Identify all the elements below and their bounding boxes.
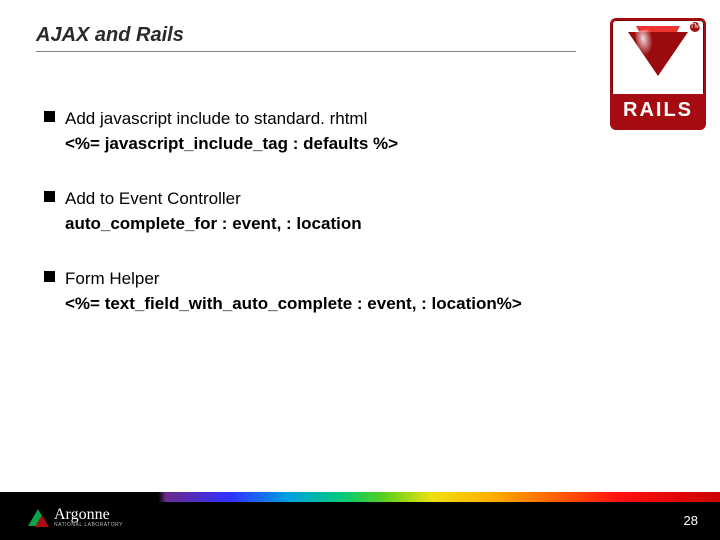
argonne-triangle-icon xyxy=(28,509,48,526)
item-heading: Add javascript include to standard. rhtm… xyxy=(65,109,367,128)
square-bullet-icon xyxy=(44,271,55,282)
item-text: Add to Event Controller auto_complete_fo… xyxy=(65,188,362,236)
spectrum-bar xyxy=(0,492,720,502)
item-code: <%= text_field_with_auto_complete : even… xyxy=(65,293,522,316)
argonne-logo: Argonne NATIONAL LABORATORY xyxy=(28,507,123,528)
item-heading: Add to Event Controller xyxy=(65,189,241,208)
item-heading: Form Helper xyxy=(65,269,159,288)
slide-title: AJAX and Rails xyxy=(36,24,684,47)
content-list: Add javascript include to standard. rhtm… xyxy=(36,108,684,316)
page-number: 28 xyxy=(684,513,698,528)
lab-name: Argonne xyxy=(54,507,123,523)
title-underline xyxy=(36,51,576,52)
item-text: Form Helper <%= text_field_with_auto_com… xyxy=(65,268,522,316)
slide: AJAX and Rails TM RAILS Add javascript i… xyxy=(0,0,720,540)
square-bullet-icon xyxy=(44,191,55,202)
list-item: Add to Event Controller auto_complete_fo… xyxy=(44,188,684,236)
rails-logo-text: RAILS xyxy=(612,94,704,128)
ruby-gem-icon xyxy=(621,26,695,94)
footer-bar: Argonne NATIONAL LABORATORY 28 xyxy=(0,502,720,540)
square-bullet-icon xyxy=(44,111,55,122)
footer: Argonne NATIONAL LABORATORY 28 xyxy=(0,492,720,540)
list-item: Add javascript include to standard. rhtm… xyxy=(44,108,684,156)
item-text: Add javascript include to standard. rhtm… xyxy=(65,108,398,156)
item-code: <%= javascript_include_tag : defaults %> xyxy=(65,133,398,156)
rails-logo: TM RAILS xyxy=(610,18,706,130)
item-code: auto_complete_for : event, : location xyxy=(65,213,362,236)
lab-subtitle: NATIONAL LABORATORY xyxy=(54,523,123,528)
list-item: Form Helper <%= text_field_with_auto_com… xyxy=(44,268,684,316)
